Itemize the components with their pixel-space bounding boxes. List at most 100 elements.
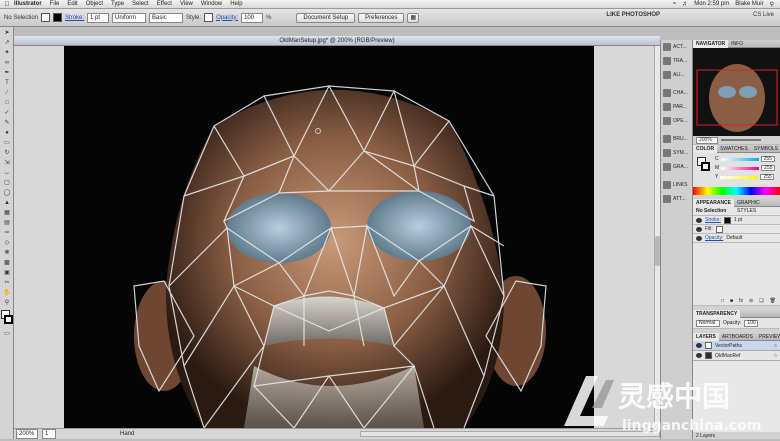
menu-type[interactable]: Type bbox=[111, 1, 124, 7]
tab-graphic-styles[interactable]: GRAPHIC STYLES bbox=[734, 199, 780, 214]
symbols-panel-button[interactable]: SYM... bbox=[661, 146, 692, 160]
stroke-link[interactable]: Stroke: bbox=[65, 15, 84, 21]
cs-live-button[interactable]: CS Live bbox=[753, 12, 774, 18]
tab-swatches[interactable]: SWATCHES bbox=[717, 145, 751, 153]
brush-definition[interactable]: Basic bbox=[149, 12, 184, 23]
lasso-tool-icon[interactable]: ∞ bbox=[1, 58, 13, 67]
menu-file[interactable]: File bbox=[50, 1, 60, 7]
clear-appearance-icon[interactable]: ⊘ bbox=[749, 298, 753, 304]
menubar-clock[interactable]: Mon 2:59 pm bbox=[694, 1, 729, 7]
preferences-button[interactable]: Preferences bbox=[358, 12, 405, 23]
apple-icon[interactable]:  bbox=[0, 1, 14, 8]
selection-tool-icon[interactable]: ➤ bbox=[1, 28, 13, 37]
app-menu[interactable]: Illustrator bbox=[14, 1, 42, 7]
layer-row-oldmanref[interactable]: OldManRef ○ bbox=[693, 351, 780, 361]
appearance-stroke-swatch[interactable] bbox=[723, 216, 731, 224]
layer-name-oldmanref[interactable]: OldManRef bbox=[715, 353, 740, 359]
channel-y-field[interactable]: 255 bbox=[760, 174, 775, 180]
pen-tool-icon[interactable]: ✒ bbox=[1, 68, 13, 77]
menu-edit[interactable]: Edit bbox=[67, 1, 77, 7]
column-graph-tool-icon[interactable]: ▩ bbox=[1, 258, 13, 267]
variable-width-profile[interactable]: Uniform bbox=[112, 12, 147, 23]
appearance-fill-row[interactable]: Fill: bbox=[693, 225, 780, 234]
channel-m-slider[interactable] bbox=[721, 166, 760, 170]
status-tool-label[interactable]: Hand bbox=[120, 431, 134, 437]
artboard-number-field[interactable]: 1 bbox=[42, 429, 56, 439]
layer-target-icon[interactable]: ○ bbox=[774, 343, 777, 349]
navigator-preview[interactable] bbox=[693, 48, 780, 136]
line-tool-icon[interactable]: ∕ bbox=[1, 88, 13, 97]
appearance-stroke-label[interactable]: Stroke: bbox=[705, 217, 721, 223]
navigator-zoom-field[interactable]: 200% bbox=[696, 136, 718, 144]
eraser-tool-icon[interactable]: ▭ bbox=[1, 138, 13, 147]
opacity-link[interactable]: Opacity: bbox=[216, 15, 238, 21]
menu-select[interactable]: Select bbox=[132, 1, 149, 7]
tab-color[interactable]: COLOR bbox=[693, 144, 718, 153]
menu-view[interactable]: View bbox=[180, 1, 193, 7]
screen-mode-icon[interactable]: ▭ bbox=[1, 329, 13, 338]
horizontal-scrollbar[interactable] bbox=[360, 431, 660, 437]
blend-mode-select[interactable]: Normal bbox=[696, 319, 720, 327]
character-panel-button[interactable]: CHA... bbox=[661, 86, 692, 100]
channel-m-field[interactable]: 255 bbox=[761, 165, 776, 171]
appearance-stroke-row[interactable]: Stroke: 1 pt bbox=[693, 216, 780, 225]
tab-transparency[interactable]: TRANSPARENCY bbox=[693, 309, 741, 318]
shape-builder-tool-icon[interactable]: ◯ bbox=[1, 188, 13, 197]
tab-artboards[interactable]: ARTBOARDS bbox=[719, 333, 756, 341]
eye-icon[interactable] bbox=[696, 235, 702, 241]
tab-navigator[interactable]: NAVIGATOR bbox=[693, 39, 729, 48]
workspace-switcher[interactable]: LIKE PHOTOSHOP bbox=[606, 12, 660, 18]
menu-window[interactable]: Window bbox=[201, 1, 222, 7]
add-new-fill-icon[interactable]: ■ bbox=[730, 298, 733, 304]
layer-name-vectorpaths[interactable]: VectorPaths bbox=[715, 343, 742, 349]
graphic-style-swatch[interactable] bbox=[204, 13, 214, 22]
add-new-stroke-icon[interactable]: □ bbox=[721, 298, 724, 304]
tab-preview[interactable]: PREVIEW bbox=[756, 333, 780, 341]
appearance-fill-swatch[interactable] bbox=[715, 225, 723, 233]
type-tool-icon[interactable]: T bbox=[1, 78, 13, 87]
free-transform-tool-icon[interactable]: ▢ bbox=[1, 178, 13, 187]
pencil-tool-icon[interactable]: ✎ bbox=[1, 118, 13, 127]
width-tool-icon[interactable]: ↔ bbox=[1, 168, 13, 177]
add-effect-icon[interactable]: fx bbox=[739, 298, 743, 304]
eye-icon[interactable] bbox=[696, 353, 702, 358]
links-panel-button[interactable]: LINKS bbox=[661, 178, 692, 192]
eye-icon[interactable] bbox=[696, 226, 702, 232]
blob-brush-tool-icon[interactable]: ● bbox=[1, 128, 13, 137]
attributes-panel-button[interactable]: ATT... bbox=[661, 192, 692, 206]
blend-tool-icon[interactable]: ◇ bbox=[1, 238, 13, 247]
symbol-sprayer-tool-icon[interactable]: ❋ bbox=[1, 248, 13, 257]
fill-stroke-indicator[interactable] bbox=[1, 310, 13, 326]
layer-row-vectorpaths[interactable]: VectorPaths ○ bbox=[693, 341, 780, 351]
stroke-weight-field[interactable]: 1 pt bbox=[87, 12, 110, 23]
tab-symbols[interactable]: SYMBOLS bbox=[751, 145, 780, 153]
direct-selection-tool-icon[interactable]: ↗ bbox=[1, 38, 13, 47]
color-stroke-swatch[interactable] bbox=[701, 162, 710, 171]
align-panel-button[interactable]: ALI... bbox=[661, 68, 692, 82]
wifi-icon[interactable]: ≈ bbox=[673, 1, 676, 7]
mesh-tool-icon[interactable]: ▦ bbox=[1, 208, 13, 217]
duplicate-item-icon[interactable]: ❏ bbox=[759, 298, 763, 304]
magic-wand-tool-icon[interactable]: ✦ bbox=[1, 48, 13, 57]
menu-object[interactable]: Object bbox=[86, 1, 103, 7]
hand-tool-icon[interactable]: ✋ bbox=[1, 288, 13, 297]
layer-target-icon[interactable]: ○ bbox=[774, 353, 777, 359]
brushes-panel-button[interactable]: BRU... bbox=[661, 132, 692, 146]
delete-item-icon[interactable]: 🗑 bbox=[770, 298, 776, 304]
eyedropper-tool-icon[interactable]: ✑ bbox=[1, 228, 13, 237]
gradient-panel-button[interactable]: GRA... bbox=[661, 160, 692, 174]
stroke-swatch[interactable] bbox=[53, 13, 63, 22]
slice-tool-icon[interactable]: ✂ bbox=[1, 278, 13, 287]
artboard[interactable] bbox=[64, 46, 594, 428]
menu-help[interactable]: Help bbox=[230, 1, 242, 7]
opacity-field[interactable]: 100 bbox=[241, 12, 264, 23]
eye-icon[interactable] bbox=[696, 217, 702, 223]
actions-panel-button[interactable]: ACT... bbox=[661, 40, 692, 54]
transparency-opacity-field[interactable]: 100 bbox=[744, 319, 759, 327]
menu-effect[interactable]: Effect bbox=[157, 1, 172, 7]
spotlight-icon[interactable]: ⚲ bbox=[770, 1, 774, 8]
tab-layers[interactable]: LAYERS bbox=[693, 332, 719, 341]
eye-icon[interactable] bbox=[696, 343, 702, 348]
fill-swatch[interactable] bbox=[41, 13, 51, 22]
paragraph-panel-button[interactable]: PAR... bbox=[661, 100, 692, 114]
